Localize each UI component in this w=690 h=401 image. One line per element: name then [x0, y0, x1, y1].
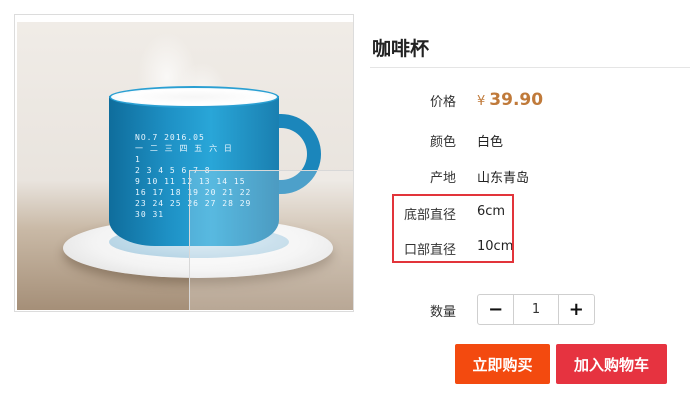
spec-label-color: 颜色 — [429, 135, 456, 150]
price: ¥39.90 — [477, 90, 543, 110]
title-divider — [370, 67, 690, 68]
product-image-frame: NO.7 2016.05 一 二 三 四 五 六 日 1 2 3 4 5 6 7… — [14, 14, 354, 312]
quantity-stepper: − 1 + — [477, 294, 595, 325]
buy-now-button[interactable]: 立即购买 — [455, 344, 550, 384]
spec-label-origin: 产地 — [429, 171, 456, 186]
quantity-label: 数量 — [429, 305, 456, 320]
cup-rim — [109, 86, 279, 108]
calendar-line: NO.7 2016.05 — [135, 133, 205, 142]
increment-button[interactable]: + — [559, 295, 594, 324]
price-currency: ¥ — [477, 94, 486, 109]
quantity-input[interactable]: 1 — [513, 295, 559, 324]
spec-value-origin: 山东青岛 — [477, 171, 530, 186]
add-to-cart-button[interactable]: 加入购物车 — [556, 344, 667, 384]
price-value: 39.90 — [489, 90, 544, 110]
decrement-button[interactable]: − — [478, 295, 513, 324]
zoom-lens[interactable] — [189, 170, 353, 310]
calendar-line: 1 — [135, 155, 141, 164]
product-photo[interactable]: NO.7 2016.05 一 二 三 四 五 六 日 1 2 3 4 5 6 7… — [17, 22, 353, 310]
spec-value-color: 白色 — [477, 135, 504, 150]
product-title: 咖啡杯 — [372, 38, 430, 60]
highlight-annotation-box — [392, 194, 514, 263]
price-label: 价格 — [429, 95, 456, 110]
calendar-line: 一 二 三 四 五 六 日 — [135, 144, 233, 153]
